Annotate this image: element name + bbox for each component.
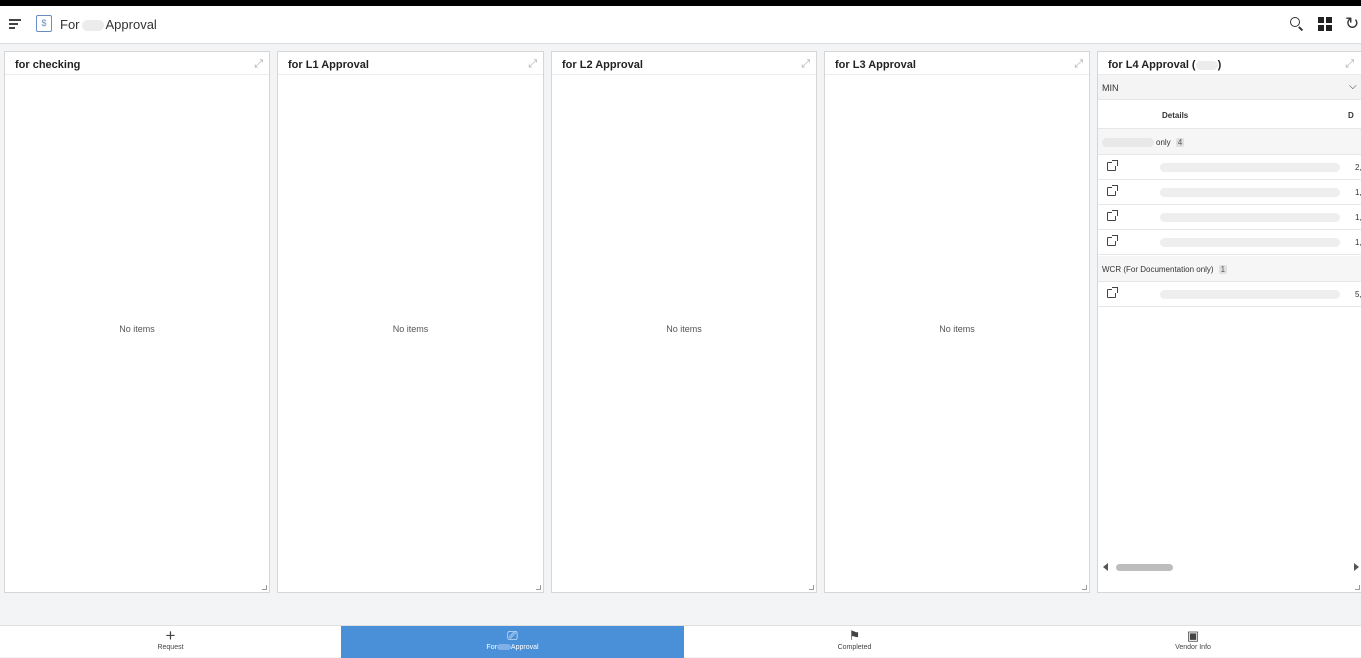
search-icon[interactable] [1289, 16, 1305, 32]
table-row[interactable]: 1, [1098, 180, 1361, 205]
empty-state-text: No items [119, 324, 155, 334]
scroll-right-arrow-icon[interactable] [1354, 563, 1359, 571]
panel-for-l4-approval: for L4 Approval () ⤢ MIN ⌵ Details D onl… [1097, 51, 1361, 593]
nav-item-request[interactable]: + Request [0, 626, 341, 658]
open-external-icon[interactable] [1107, 210, 1118, 221]
page-title-prefix: For [60, 17, 80, 32]
group-row[interactable]: WCR (For Documentation only) 1 [1098, 256, 1361, 282]
page-title: For Approval [60, 17, 157, 32]
grid-view-icon[interactable] [1318, 17, 1332, 31]
nav-item-for-approval[interactable]: ⎚ For Approval [341, 626, 684, 658]
nav-item-vendor-info[interactable]: ▣ Vendor Info [1025, 626, 1361, 658]
panel-title: for checking [15, 59, 81, 71]
panel-for-l2-approval: for L2 Approval ⤢ No items [551, 51, 817, 593]
refresh-icon[interactable]: ↻ [1345, 15, 1361, 32]
row-value: 1, [1355, 213, 1361, 222]
expand-icon[interactable]: ⤢ [801, 58, 810, 71]
table-row[interactable]: 1, [1098, 205, 1361, 230]
redacted-text [1160, 238, 1340, 247]
nav-label-suffix: Approval [510, 644, 539, 651]
panel-title-suffix: ) [1217, 59, 1222, 71]
redacted-text [1160, 163, 1340, 172]
plus-icon: + [165, 626, 176, 645]
resize-handle-icon[interactable] [1082, 585, 1087, 590]
row-value: 5, [1355, 290, 1361, 299]
header-bar: $ For Approval ↻ [0, 6, 1361, 44]
bottom-navigation: + Request ⎚ For Approval ⚑ Completed ▣ Ve… [0, 625, 1361, 658]
panel-title-prefix: for L4 Approval ( [1108, 59, 1196, 71]
nav-label: Request [157, 644, 184, 651]
group-label-text: WCR (For Documentation only) [1102, 265, 1214, 274]
group-label-text: only [1156, 138, 1171, 147]
app-dollar-icon: $ [36, 15, 52, 32]
table-row[interactable]: 5, [1098, 282, 1361, 307]
redacted-text [1102, 138, 1154, 148]
panel-for-l1-approval: for L1 Approval ⤢ No items [277, 51, 544, 593]
table-row[interactable]: 2, [1098, 155, 1361, 180]
open-external-icon[interactable] [1107, 235, 1118, 246]
open-external-icon[interactable] [1107, 287, 1118, 298]
expand-icon[interactable]: ⤢ [254, 58, 263, 71]
nav-label: Vendor Info [1175, 644, 1211, 651]
redacted-text [1160, 188, 1340, 197]
nav-label: Completed [837, 644, 872, 651]
redacted-text [81, 20, 104, 32]
empty-state-text: No items [666, 324, 702, 334]
group-label: WCR (For Documentation only) 1 [1102, 265, 1228, 274]
row-value: 1, [1355, 188, 1361, 197]
empty-state-text: No items [392, 324, 429, 334]
redacted-text [1160, 213, 1340, 222]
table-header: Details D [1098, 101, 1361, 129]
nav-label-prefix: For [486, 644, 497, 651]
group-label: only 4 [1102, 138, 1185, 148]
dropdown-value: MIN [1102, 83, 1119, 93]
group-count-badge: 4 [1175, 138, 1185, 147]
resize-handle-icon[interactable] [1355, 585, 1360, 590]
chevron-down-icon[interactable]: ⌵ [1349, 81, 1357, 92]
resize-handle-icon[interactable] [536, 585, 541, 590]
menu-icon[interactable] [9, 19, 21, 29]
page-title-suffix: Approval [105, 17, 157, 32]
expand-icon[interactable]: ⤢ [528, 58, 537, 71]
scrollbar-thumb[interactable] [1116, 564, 1173, 571]
row-value: 1, [1355, 238, 1361, 247]
expand-icon[interactable]: ⤢ [1074, 58, 1083, 71]
vendor-icon: ▣ [1186, 628, 1200, 643]
panel-for-checking: for checking ⤢ No items [4, 51, 270, 593]
resize-handle-icon[interactable] [262, 585, 267, 590]
column-header-d[interactable]: D [1348, 111, 1354, 120]
panel-title: for L4 Approval () [1108, 59, 1221, 71]
group-count-badge: 1 [1218, 265, 1228, 274]
expand-icon[interactable]: ⤢ [1345, 58, 1354, 71]
group-row[interactable]: only 4 [1098, 129, 1361, 155]
flag-icon: ⚑ [848, 628, 861, 643]
empty-state-text: No items [939, 324, 975, 334]
panel-title: for L2 Approval [562, 59, 643, 71]
panel-title: for L3 Approval [835, 59, 916, 71]
nav-label: For Approval [341, 644, 684, 651]
resize-handle-icon[interactable] [809, 585, 814, 590]
table-row[interactable]: 1, [1098, 230, 1361, 255]
panel-for-l3-approval: for L3 Approval ⤢ No items [824, 51, 1090, 593]
horizontal-scrollbar[interactable] [1098, 557, 1361, 577]
panel-title: for L1 Approval [288, 59, 369, 71]
redacted-text [496, 644, 511, 651]
filter-dropdown[interactable]: MIN ⌵ [1098, 75, 1361, 100]
approval-icon: ⎚ [507, 628, 518, 643]
scroll-left-arrow-icon[interactable] [1103, 563, 1108, 571]
redacted-text [1195, 60, 1218, 70]
row-value: 2, [1355, 163, 1361, 172]
column-header-details[interactable]: Details [1162, 111, 1188, 120]
redacted-text [1160, 290, 1340, 299]
nav-item-completed[interactable]: ⚑ Completed [684, 626, 1025, 658]
open-external-icon[interactable] [1107, 185, 1118, 196]
open-external-icon[interactable] [1107, 160, 1118, 171]
